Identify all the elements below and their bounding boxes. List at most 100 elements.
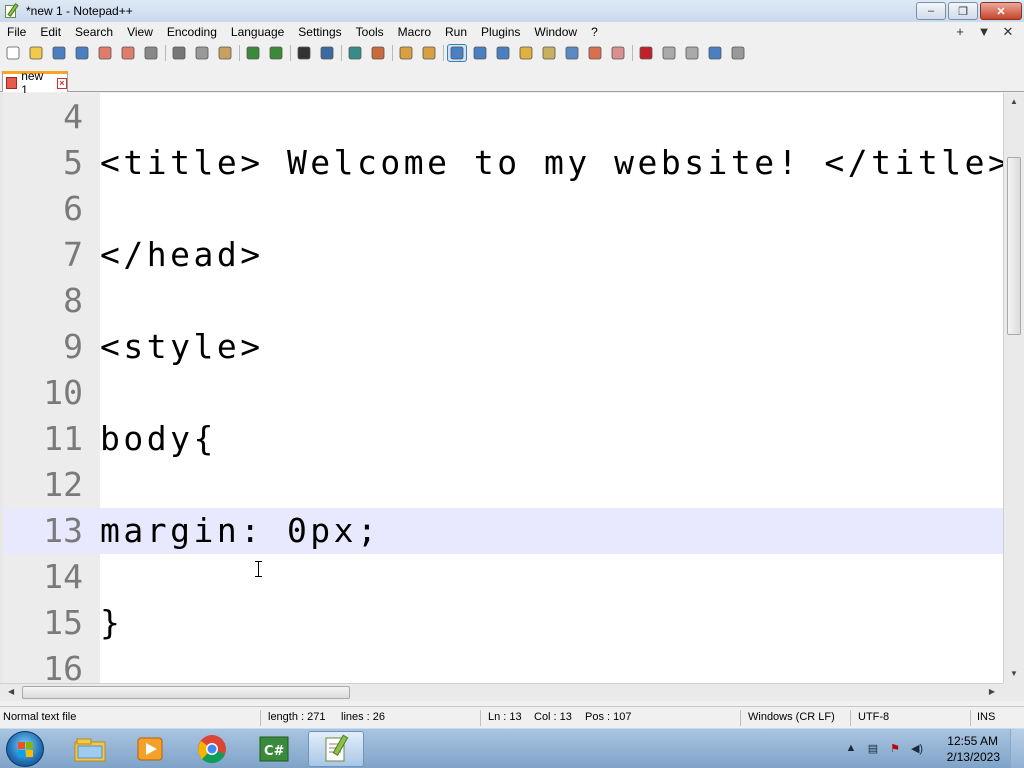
menu-language[interactable]: Language xyxy=(224,22,291,42)
save-icon[interactable] xyxy=(50,45,68,61)
run-macro-multiple-icon[interactable] xyxy=(706,45,724,61)
line-number: 15 xyxy=(43,603,83,642)
find-icon[interactable] xyxy=(295,45,313,61)
minimize-button[interactable]: – xyxy=(916,2,946,20)
menu-run[interactable]: Run xyxy=(438,22,474,42)
menu-encoding[interactable]: Encoding xyxy=(160,22,224,42)
folder-workspace-icon[interactable] xyxy=(586,45,604,61)
menu-macro[interactable]: Macro xyxy=(391,22,438,42)
indent-guide-icon[interactable] xyxy=(494,45,512,61)
function-list-icon[interactable] xyxy=(563,45,581,61)
word-wrap-icon[interactable] xyxy=(447,44,467,62)
menu-bar: File Edit Search View Encoding Language … xyxy=(0,22,1024,42)
doc-map-icon[interactable] xyxy=(540,45,558,61)
tab-list-dropdown-icon[interactable]: ▼ xyxy=(972,22,996,42)
paste-icon[interactable] xyxy=(216,45,234,61)
redo-icon[interactable] xyxy=(267,45,285,61)
editor-line[interactable]: 11 body{ xyxy=(3,416,1006,462)
stop-macro-icon[interactable] xyxy=(660,45,678,61)
network-icon[interactable]: ▤ xyxy=(866,742,880,756)
menu-view[interactable]: View xyxy=(120,22,160,42)
scroll-down-icon[interactable]: ▼ xyxy=(1009,669,1019,679)
editor-line[interactable]: 7 </head> xyxy=(3,232,1006,278)
toolbar xyxy=(0,42,1024,64)
editor[interactable]: 4 5 <title> Welcome to my website! </title… xyxy=(0,93,1024,688)
current-line[interactable]: 13 margin: 0px; xyxy=(3,508,1006,554)
vertical-scrollbar[interactable]: ▲ ▼ xyxy=(1003,93,1024,683)
close-doc-icon[interactable]: ✕ xyxy=(996,22,1020,42)
sync-vertical-icon[interactable] xyxy=(397,45,415,61)
editor-line[interactable]: 10 xyxy=(3,370,1006,416)
scroll-up-icon[interactable]: ▲ xyxy=(1009,97,1019,107)
line-number: 11 xyxy=(43,419,83,458)
scroll-right-icon[interactable]: ▶ xyxy=(989,687,995,696)
editor-line[interactable]: 15} xyxy=(3,600,1006,646)
print-icon[interactable] xyxy=(142,45,160,61)
editor-line[interactable]: 8 xyxy=(3,278,1006,324)
tab-new-1[interactable]: new 1 × xyxy=(2,69,68,97)
code-text[interactable]: body{ xyxy=(100,416,217,462)
sync-horizontal-icon[interactable] xyxy=(420,45,438,61)
unsaved-file-icon xyxy=(6,77,18,89)
undo-icon[interactable] xyxy=(244,45,262,61)
editor-line[interactable]: 9 <style> xyxy=(3,324,1006,370)
menu-tools[interactable]: Tools xyxy=(349,22,391,42)
new-tab-plus-icon[interactable]: + xyxy=(948,22,972,42)
start-button[interactable] xyxy=(6,731,44,767)
replace-icon[interactable] xyxy=(318,45,336,61)
close-all-icon[interactable] xyxy=(119,45,137,61)
notepadpp-icon xyxy=(4,3,20,19)
code-text[interactable]: <style> xyxy=(100,324,264,370)
open-file-icon[interactable] xyxy=(27,45,45,61)
editor-line[interactable]: 5 <title> Welcome to my website! </title> xyxy=(3,140,1008,186)
restore-button[interactable]: ❐ xyxy=(948,2,978,20)
line-number: 5 xyxy=(63,143,83,182)
tab-close-icon[interactable]: × xyxy=(56,77,67,89)
menu-file[interactable]: File xyxy=(0,22,33,42)
code-text[interactable]: </head> xyxy=(100,232,264,278)
code-text[interactable]: <title> Welcome to my website! </title> xyxy=(100,140,1011,186)
save-macro-icon[interactable] xyxy=(729,45,747,61)
menu-plugins[interactable]: Plugins xyxy=(474,22,527,42)
scroll-left-icon[interactable]: ◀ xyxy=(8,687,14,696)
menu-window[interactable]: Window xyxy=(527,22,584,42)
clock-date[interactable]: 2/13/2023 xyxy=(947,750,1000,764)
new-file-icon[interactable] xyxy=(4,45,22,61)
close-button[interactable]: ✕ xyxy=(980,2,1022,20)
editor-line[interactable]: 14 xyxy=(3,554,1006,600)
vertical-scroll-thumb[interactable] xyxy=(1007,157,1021,335)
notepadpp-icon[interactable] xyxy=(308,731,364,767)
code-text[interactable]: margin: 0px; xyxy=(100,508,380,554)
user-lang-icon[interactable] xyxy=(517,45,535,61)
media-player-icon[interactable] xyxy=(122,731,178,767)
explorer-icon[interactable] xyxy=(62,731,118,767)
copy-icon[interactable] xyxy=(193,45,211,61)
editor-line[interactable]: 4 xyxy=(3,94,1006,140)
horizontal-scrollbar[interactable]: ◀ ▶ xyxy=(0,683,1003,701)
status-ln: Ln : 13 xyxy=(488,711,522,723)
save-all-icon[interactable] xyxy=(73,45,91,61)
play-macro-icon[interactable] xyxy=(683,45,701,61)
clock-time[interactable]: 12:55 AM xyxy=(947,734,998,748)
record-macro-icon[interactable] xyxy=(637,45,655,61)
monitoring-icon[interactable] xyxy=(609,45,627,61)
cut-icon[interactable] xyxy=(170,45,188,61)
show-desktop-button[interactable] xyxy=(1010,729,1024,768)
volume-icon[interactable]: ◀) xyxy=(910,742,924,756)
show-all-chars-icon[interactable] xyxy=(471,45,489,61)
editor-line[interactable]: 12 xyxy=(3,462,1006,508)
csharp-icon[interactable]: C# xyxy=(246,731,302,767)
close-icon[interactable] xyxy=(96,45,114,61)
zoom-in-icon[interactable] xyxy=(346,45,364,61)
menu-search[interactable]: Search xyxy=(68,22,120,42)
show-hidden-icons-icon[interactable]: ▲ xyxy=(844,742,858,756)
chrome-icon[interactable] xyxy=(184,731,240,767)
menu-edit[interactable]: Edit xyxy=(33,22,68,42)
horizontal-scroll-thumb[interactable] xyxy=(22,686,350,699)
zoom-out-icon[interactable] xyxy=(369,45,387,61)
action-center-icon[interactable]: ⚑ xyxy=(888,742,902,756)
code-text[interactable]: } xyxy=(100,600,123,646)
menu-help[interactable]: ? xyxy=(584,22,605,42)
editor-line[interactable]: 6 xyxy=(3,186,1006,232)
menu-settings[interactable]: Settings xyxy=(291,22,348,42)
